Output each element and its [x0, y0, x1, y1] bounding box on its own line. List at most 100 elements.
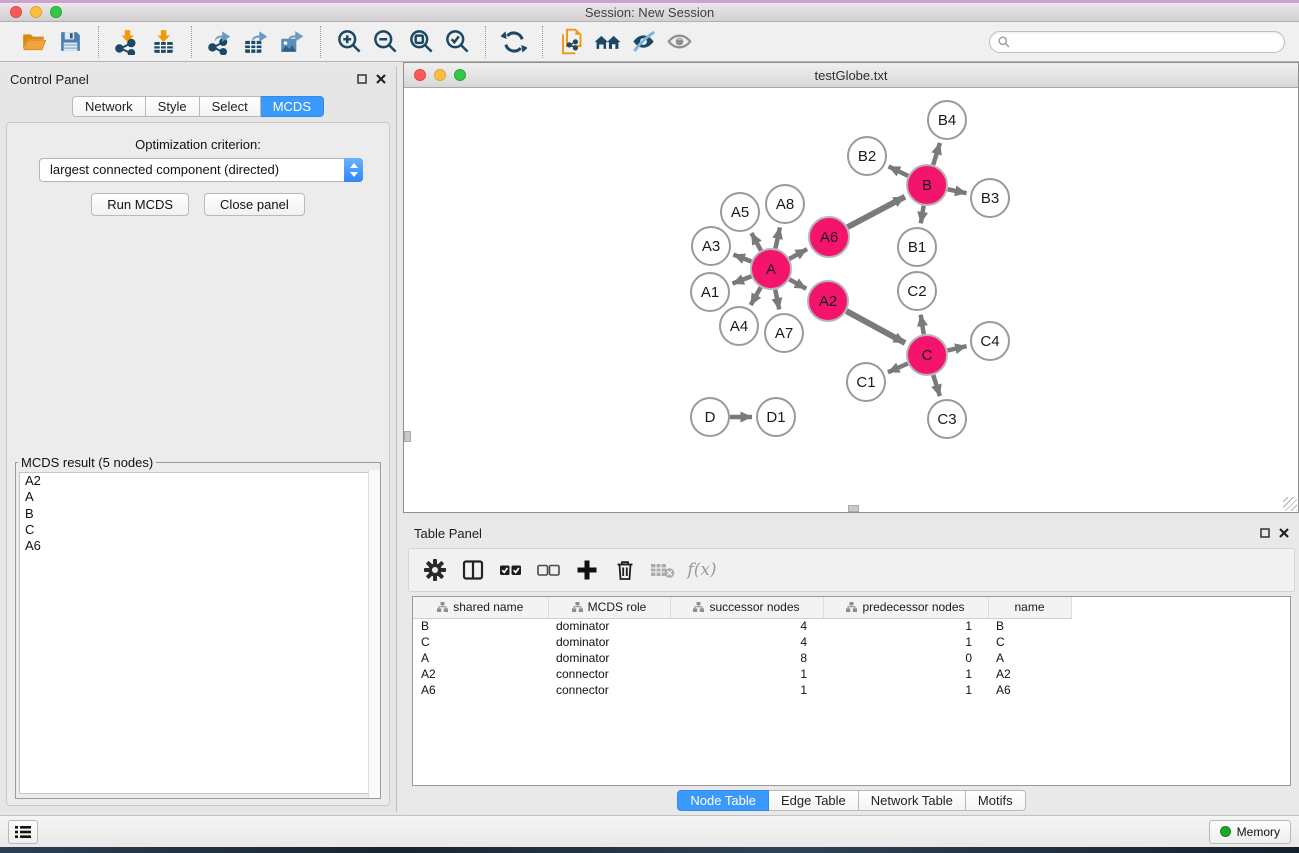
- graph-node-A1[interactable]: A1: [691, 273, 729, 311]
- close-panel-icon[interactable]: [376, 74, 386, 84]
- graph-node-C4[interactable]: C4: [971, 322, 1009, 360]
- canvas-horizontal-scroll-thumb[interactable]: [848, 505, 859, 512]
- zoom-fit-icon[interactable]: [403, 25, 439, 59]
- tab-mcds[interactable]: MCDS: [261, 96, 324, 117]
- delete-table-icon[interactable]: [647, 554, 679, 586]
- graph-edge-A-A1[interactable]: [732, 276, 751, 283]
- canvas-vertical-scroll-thumb[interactable]: [404, 431, 411, 442]
- table-cell[interactable]: A: [413, 650, 548, 666]
- tab-motifs[interactable]: Motifs: [966, 790, 1026, 811]
- search-input[interactable]: [1015, 35, 1276, 49]
- graph-edge-A6-B[interactable]: [848, 197, 905, 227]
- table-cell[interactable]: C: [413, 634, 548, 650]
- delete-columns-trash-icon[interactable]: [609, 554, 641, 586]
- graph-edge-A-A8[interactable]: [775, 227, 780, 248]
- tab-style[interactable]: Style: [146, 96, 200, 117]
- table-cell[interactable]: 8: [670, 650, 823, 666]
- zoom-in-icon[interactable]: [331, 25, 367, 59]
- graph-edge-A-A6[interactable]: [789, 249, 807, 259]
- table-cell[interactable]: A2: [413, 666, 548, 682]
- tab-network-table[interactable]: Network Table: [859, 790, 966, 811]
- graph-edge-A-A2[interactable]: [789, 279, 806, 288]
- graph-edge-B-B2[interactable]: [889, 166, 908, 175]
- result-item[interactable]: C: [20, 522, 376, 538]
- graph-edge-C-C4[interactable]: [947, 346, 966, 350]
- graph-edge-A-A3[interactable]: [733, 255, 751, 262]
- graph-node-B4[interactable]: B4: [928, 101, 966, 139]
- graph-edge-C-C2[interactable]: [921, 315, 924, 335]
- graph-node-B2[interactable]: B2: [848, 137, 886, 175]
- float-panel-icon[interactable]: [357, 74, 367, 84]
- graph-node-A4[interactable]: A4: [720, 307, 758, 345]
- apply-layout-refresh-icon[interactable]: [496, 25, 532, 59]
- table-cell[interactable]: 1: [823, 634, 988, 650]
- float-panel-icon[interactable]: [1260, 528, 1270, 538]
- graph-edge-A-A7[interactable]: [775, 290, 779, 310]
- export-table-icon[interactable]: [238, 25, 274, 59]
- network-minimize-button[interactable]: [434, 69, 446, 81]
- graph-node-C3[interactable]: C3: [928, 400, 966, 438]
- minimize-window-button[interactable]: [30, 6, 42, 18]
- table-cell[interactable]: dominator: [548, 618, 670, 634]
- zoom-selected-icon[interactable]: [439, 25, 475, 59]
- function-builder-icon[interactable]: f(x): [685, 554, 717, 586]
- table-row[interactable]: Bdominator41B: [413, 618, 1290, 634]
- graph-node-B[interactable]: B: [907, 165, 947, 205]
- task-history-button[interactable]: [8, 820, 38, 844]
- tab-select[interactable]: Select: [200, 96, 261, 117]
- close-panel-icon[interactable]: [1279, 528, 1289, 538]
- unselect-all-columns-icon[interactable]: [533, 554, 565, 586]
- hide-graphics-details-icon[interactable]: [625, 25, 661, 59]
- table-cell[interactable]: 4: [670, 634, 823, 650]
- graph-node-A2[interactable]: A2: [808, 281, 848, 321]
- save-session-icon[interactable]: [52, 25, 88, 59]
- show-columns-icon[interactable]: [457, 554, 489, 586]
- graph-node-D1[interactable]: D1: [757, 398, 795, 436]
- tab-network[interactable]: Network: [72, 96, 146, 117]
- graph-node-B1[interactable]: B1: [898, 228, 936, 266]
- tab-edge-table[interactable]: Edge Table: [769, 790, 859, 811]
- result-item[interactable]: A2: [20, 473, 376, 489]
- graph-edge-B-B4[interactable]: [933, 143, 940, 165]
- birds-eye-view-eye-icon[interactable]: [661, 25, 697, 59]
- table-cell[interactable]: A6: [413, 682, 548, 698]
- graph-node-C[interactable]: C: [907, 335, 947, 375]
- graph-node-A8[interactable]: A8: [766, 185, 804, 223]
- result-item[interactable]: B: [20, 506, 376, 522]
- table-cell[interactable]: B: [988, 618, 1071, 634]
- search-field[interactable]: [989, 31, 1285, 53]
- table-settings-gear-icon[interactable]: [419, 554, 451, 586]
- column-header-predecessor-nodes[interactable]: predecessor nodes: [823, 597, 988, 618]
- graph-node-A5[interactable]: A5: [721, 193, 759, 231]
- table-cell[interactable]: C: [988, 634, 1071, 650]
- table-cell[interactable]: 1: [823, 682, 988, 698]
- first-neighbors-home-icon[interactable]: [589, 25, 625, 59]
- graph-edge-C-C1[interactable]: [888, 363, 908, 372]
- table-cell[interactable]: dominator: [548, 634, 670, 650]
- result-item[interactable]: A6: [20, 538, 376, 554]
- graph-edge-C-C3[interactable]: [933, 375, 940, 396]
- table-cell[interactable]: connector: [548, 666, 670, 682]
- table-cell[interactable]: 1: [823, 666, 988, 682]
- column-header-mcds-role[interactable]: MCDS role: [548, 597, 670, 618]
- table-cell[interactable]: 1: [823, 618, 988, 634]
- graph-node-B3[interactable]: B3: [971, 179, 1009, 217]
- result-item[interactable]: A: [20, 489, 376, 505]
- optimization-criterion-select[interactable]: largest connected component (directed): [39, 158, 363, 182]
- zoom-window-button[interactable]: [50, 6, 62, 18]
- graph-node-C2[interactable]: C2: [898, 272, 936, 310]
- create-column-plus-icon[interactable]: [571, 554, 603, 586]
- table-row[interactable]: A6connector11A6: [413, 682, 1290, 698]
- table-cell[interactable]: connector: [548, 682, 670, 698]
- table-cell[interactable]: A: [988, 650, 1071, 666]
- graph-node-C1[interactable]: C1: [847, 363, 885, 401]
- column-header-shared-name[interactable]: shared name: [413, 597, 548, 618]
- table-row[interactable]: Cdominator41C: [413, 634, 1290, 650]
- memory-button[interactable]: Memory: [1209, 820, 1291, 844]
- table-cell[interactable]: 1: [670, 666, 823, 682]
- table-row[interactable]: Adominator80A: [413, 650, 1290, 666]
- export-image-icon[interactable]: [274, 25, 310, 59]
- table-cell[interactable]: B: [413, 618, 548, 634]
- table-cell[interactable]: 4: [670, 618, 823, 634]
- graph-node-A6[interactable]: A6: [809, 217, 849, 257]
